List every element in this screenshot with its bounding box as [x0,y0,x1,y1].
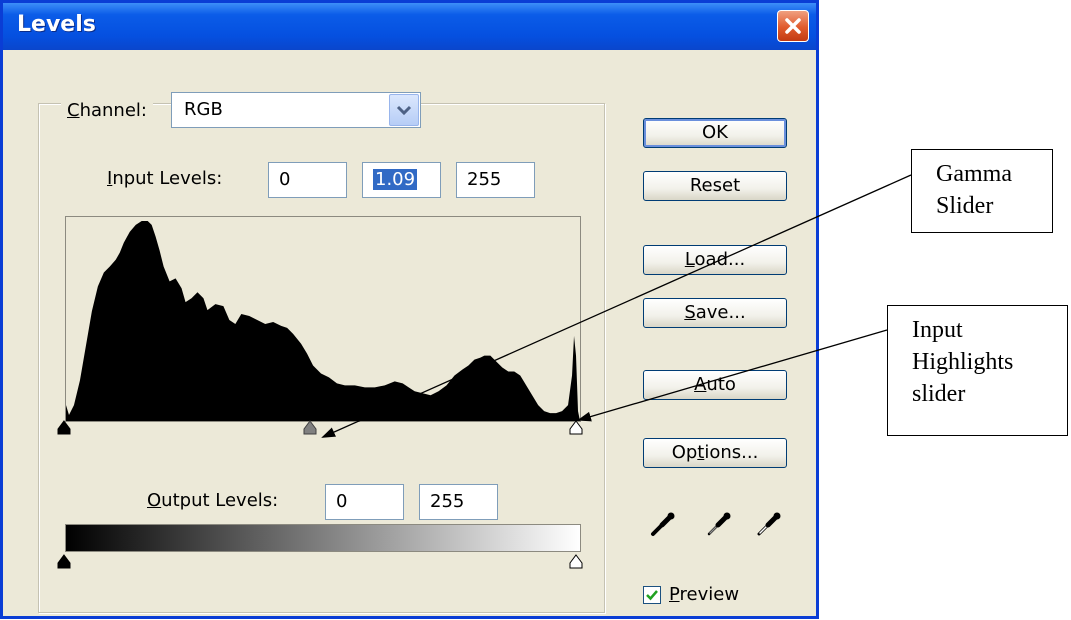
title-bar[interactable]: Levels [3,3,816,50]
ok-button[interactable]: OK [643,118,787,148]
gray-eyedropper-icon [707,512,731,536]
auto-button[interactable]: Auto [643,370,787,400]
channel-select[interactable]: RGB [171,92,421,128]
save-button-mnemonic: S [684,302,696,323]
output-levels-label: Output Levels: [147,490,278,511]
preview-mnemonic: P [669,584,680,605]
channel-label: Channel: [61,92,153,128]
preview-label-text: review [679,584,740,605]
output-gradient-bar [65,524,581,552]
black-triangle-handle-icon [57,420,71,435]
channel-select-value: RGB [184,99,223,120]
input-shadows-slider[interactable] [55,420,73,436]
channel-label-mnemonic: C [67,99,80,121]
input-levels-label-text: nput Levels: [112,168,223,189]
output-highlights-value: 255 [430,491,465,512]
save-button[interactable]: Save... [643,298,787,328]
input-shadows-value: 0 [279,169,291,190]
preview-checkbox[interactable] [643,586,661,604]
black-eyedropper-button[interactable] [649,510,677,538]
input-highlights-slider[interactable] [567,420,585,436]
load-button[interactable]: Load... [643,245,787,275]
input-levels-label: Input Levels: [107,168,222,189]
reset-button-label: Reset [689,175,741,196]
save-button-label: ave... [695,302,746,323]
histogram [65,216,581,422]
reset-button[interactable]: Reset [643,171,787,201]
options-button[interactable]: Options... [643,438,787,468]
output-levels-label-text: utput Levels: [161,490,279,511]
white-eyedropper-button[interactable] [755,510,783,538]
input-gamma-value: 1.09 [373,169,418,190]
auto-button-mnemonic: A [694,374,707,395]
chevron-down-icon [396,105,412,116]
output-shadows-value: 0 [336,491,348,512]
window-title: Levels [17,12,96,37]
input-highlights-value: 255 [467,169,502,190]
load-button-label: oad... [694,249,746,270]
ok-button-label: OK [702,122,728,143]
input-gamma-slider[interactable] [301,420,319,436]
output-levels-mnemonic: O [147,490,162,511]
channel-label-text: hannel: [79,99,147,121]
close-icon [785,18,801,34]
highlights-note-line-2: Highlights [912,349,1014,375]
output-highlights-field[interactable]: 255 [419,484,498,520]
input-shadows-field[interactable]: 0 [268,162,347,198]
histogram-graph [66,220,580,421]
dialog-body: Channel: RGB Input Levels: 0 1.09 255 Ou… [3,50,816,616]
checkmark-icon [646,590,658,601]
black-eyedropper-icon [651,512,675,536]
gray-triangle-handle-icon [303,420,317,435]
channel-dropdown-button[interactable] [389,94,419,126]
black-triangle-handle-icon [57,554,71,569]
highlights-note-line-1: Input [912,317,963,343]
gamma-slider-note: Gamma Slider [911,149,1053,233]
input-gamma-field[interactable]: 1.09 [362,162,441,198]
auto-button-label: uto [706,374,736,395]
gamma-note-line-1: Gamma [936,161,1012,187]
gray-eyedropper-button[interactable] [705,510,733,538]
highlights-note-line-3: slider [912,381,966,407]
load-button-mnemonic: L [684,249,695,270]
input-highlights-field[interactable]: 255 [456,162,535,198]
gamma-note-line-2: Slider [936,193,994,219]
options-button-prefix: Op [671,442,698,463]
options-button-label: ions... [704,442,759,463]
white-triangle-handle-icon [569,554,583,569]
levels-dialog: Levels Channel: RGB Input Levels: 0 1.09… [0,0,819,619]
output-shadows-slider[interactable] [55,554,73,570]
white-triangle-handle-icon [569,420,583,435]
white-eyedropper-icon [757,512,781,536]
close-button[interactable] [777,10,809,42]
input-highlights-note: Input Highlights slider [887,305,1068,436]
output-highlights-slider[interactable] [567,554,585,570]
preview-label[interactable]: Preview [669,584,739,605]
output-shadows-field[interactable]: 0 [325,484,404,520]
